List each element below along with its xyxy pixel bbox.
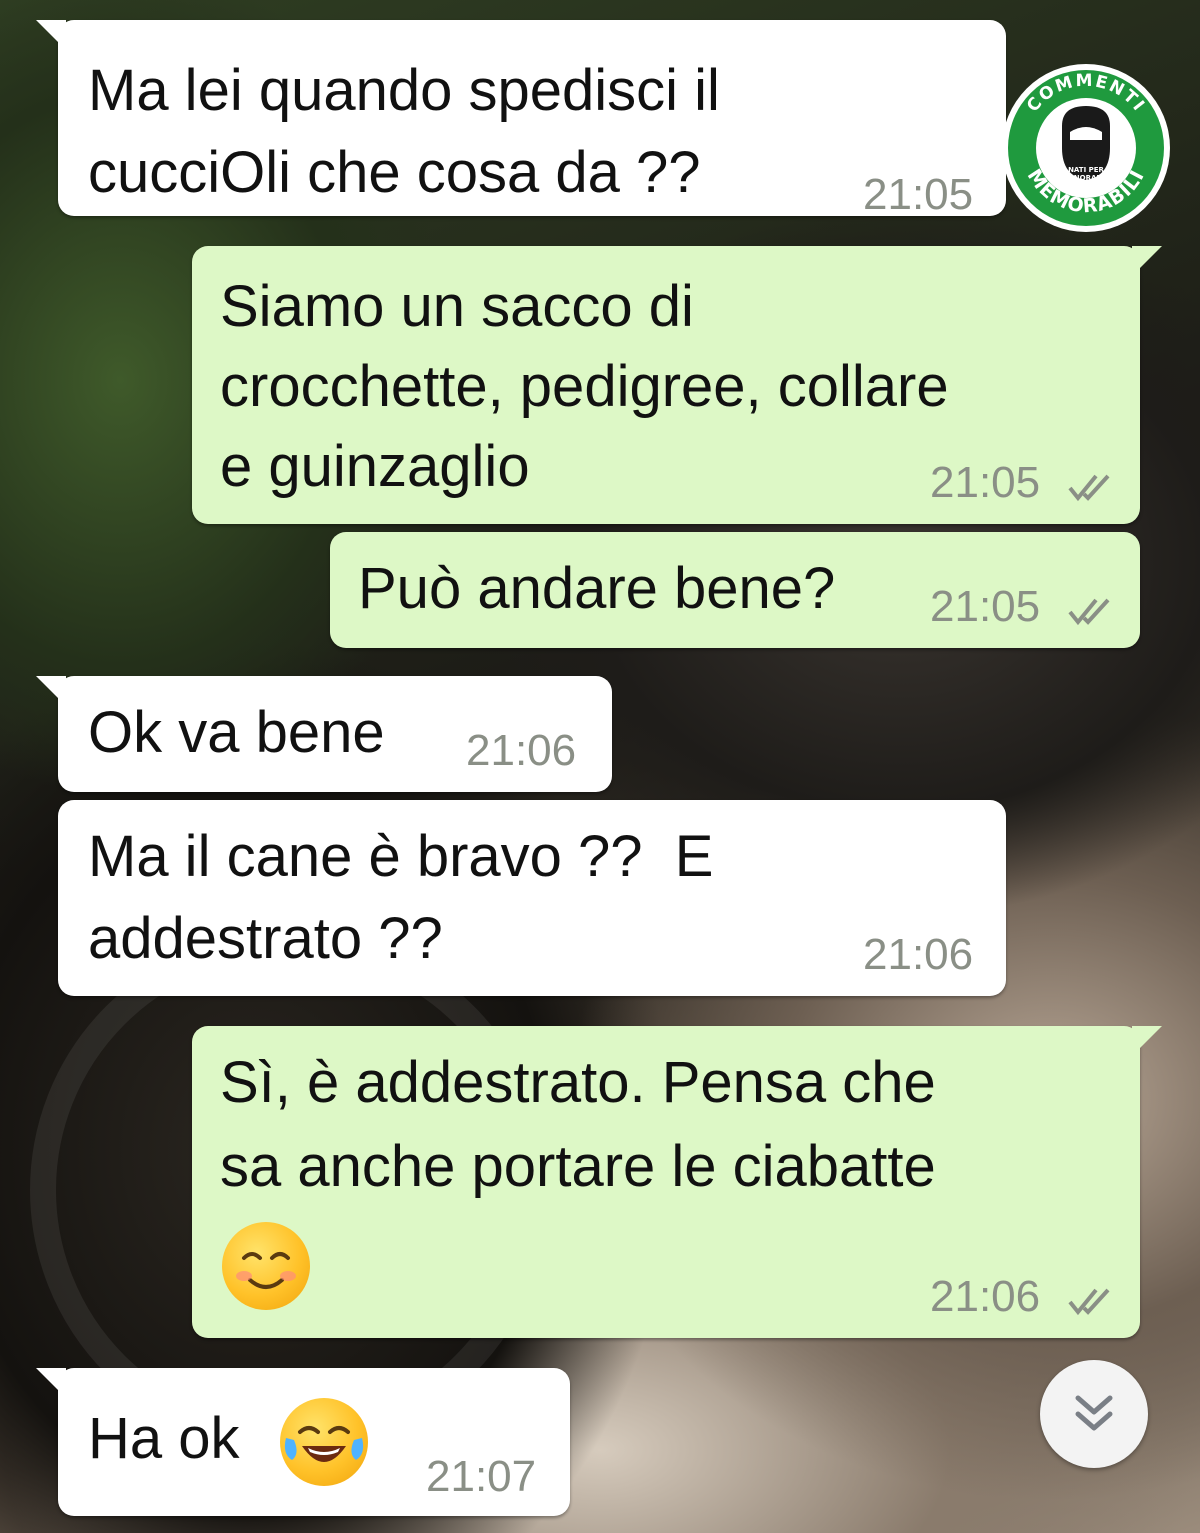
message-timestamp: 21:06 [930, 1272, 1041, 1321]
bubble-tail [36, 676, 66, 706]
message-bubble-incoming[interactable]: Ha ok 21:07 [36, 1368, 570, 1516]
message-timestamp: 21:07 [426, 1452, 537, 1501]
double-check-icon [1068, 1288, 1110, 1316]
tears-of-joy-emoji [280, 1398, 368, 1486]
message-text-line: Ha ok [88, 1406, 240, 1471]
message-text-line: Siamo un sacco di [220, 274, 694, 339]
message-text-line: cucciOli che cosa da ?? [88, 140, 701, 205]
scroll-to-bottom-button[interactable] [1040, 1360, 1148, 1468]
double-chevron-down-icon [1075, 1395, 1113, 1431]
bubble-tail [36, 1368, 66, 1398]
double-check-icon [1068, 598, 1110, 626]
message-bubble-outgoing[interactable]: Siamo un sacco di crocchette, pedigree, … [192, 246, 1162, 524]
message-timestamp: 21:06 [863, 930, 974, 979]
message-text-line: e guinzaglio [220, 434, 530, 499]
message-text-line: sa anche portare le ciabatte [220, 1134, 936, 1199]
smiling-face-emoji [222, 1222, 310, 1310]
bubble-tail [1132, 1026, 1162, 1056]
message-text-line: Può andare bene? [358, 556, 836, 621]
message-bubble-outgoing[interactable]: Sì, è addestrato. Pensa che sa anche por… [192, 1026, 1162, 1338]
message-timestamp: 21:05 [930, 582, 1041, 631]
message-text-line: Ma il cane è bravo ?? E [88, 824, 714, 889]
message-timestamp: 21:06 [466, 726, 577, 775]
message-text-line: Ok va bene [88, 700, 385, 765]
message-bubble-outgoing[interactable]: Può andare bene? 21:05 [330, 532, 1140, 648]
logo-tagline: NATI PER [1068, 166, 1104, 174]
tears-of-joy-icon [284, 1426, 364, 1462]
message-text-line: addestrato ?? [88, 906, 443, 971]
watermark-badge-logo: COMMENTI MEMORABILI NATI PER IGNORARE [1000, 48, 1172, 238]
message-bubble-incoming[interactable]: Ma il cane è bravo ?? E addestrato ?? 21… [58, 800, 1006, 996]
message-timestamp: 21:05 [863, 170, 974, 219]
message-text-line: Ma lei quando spedisci il [88, 58, 720, 123]
smiling-face-icon [236, 1252, 296, 1289]
message-timestamp: 21:05 [930, 458, 1041, 507]
message-text-line: crocchette, pedigree, collare [220, 354, 949, 419]
message-bubble-incoming[interactable]: Ma lei quando spedisci il cucciOli che c… [36, 20, 1006, 219]
double-check-icon [1068, 474, 1110, 502]
bubble-tail [36, 20, 66, 50]
bubble-tail [1132, 246, 1162, 276]
commenti-memorabili-logo: COMMENTI MEMORABILI NATI PER IGNORARE [1002, 64, 1170, 232]
logo-tagline: IGNORARE [1065, 174, 1106, 182]
message-text-line: Sì, è addestrato. Pensa che [220, 1050, 936, 1115]
message-bubble-incoming[interactable]: Ok va bene 21:06 [36, 676, 612, 792]
